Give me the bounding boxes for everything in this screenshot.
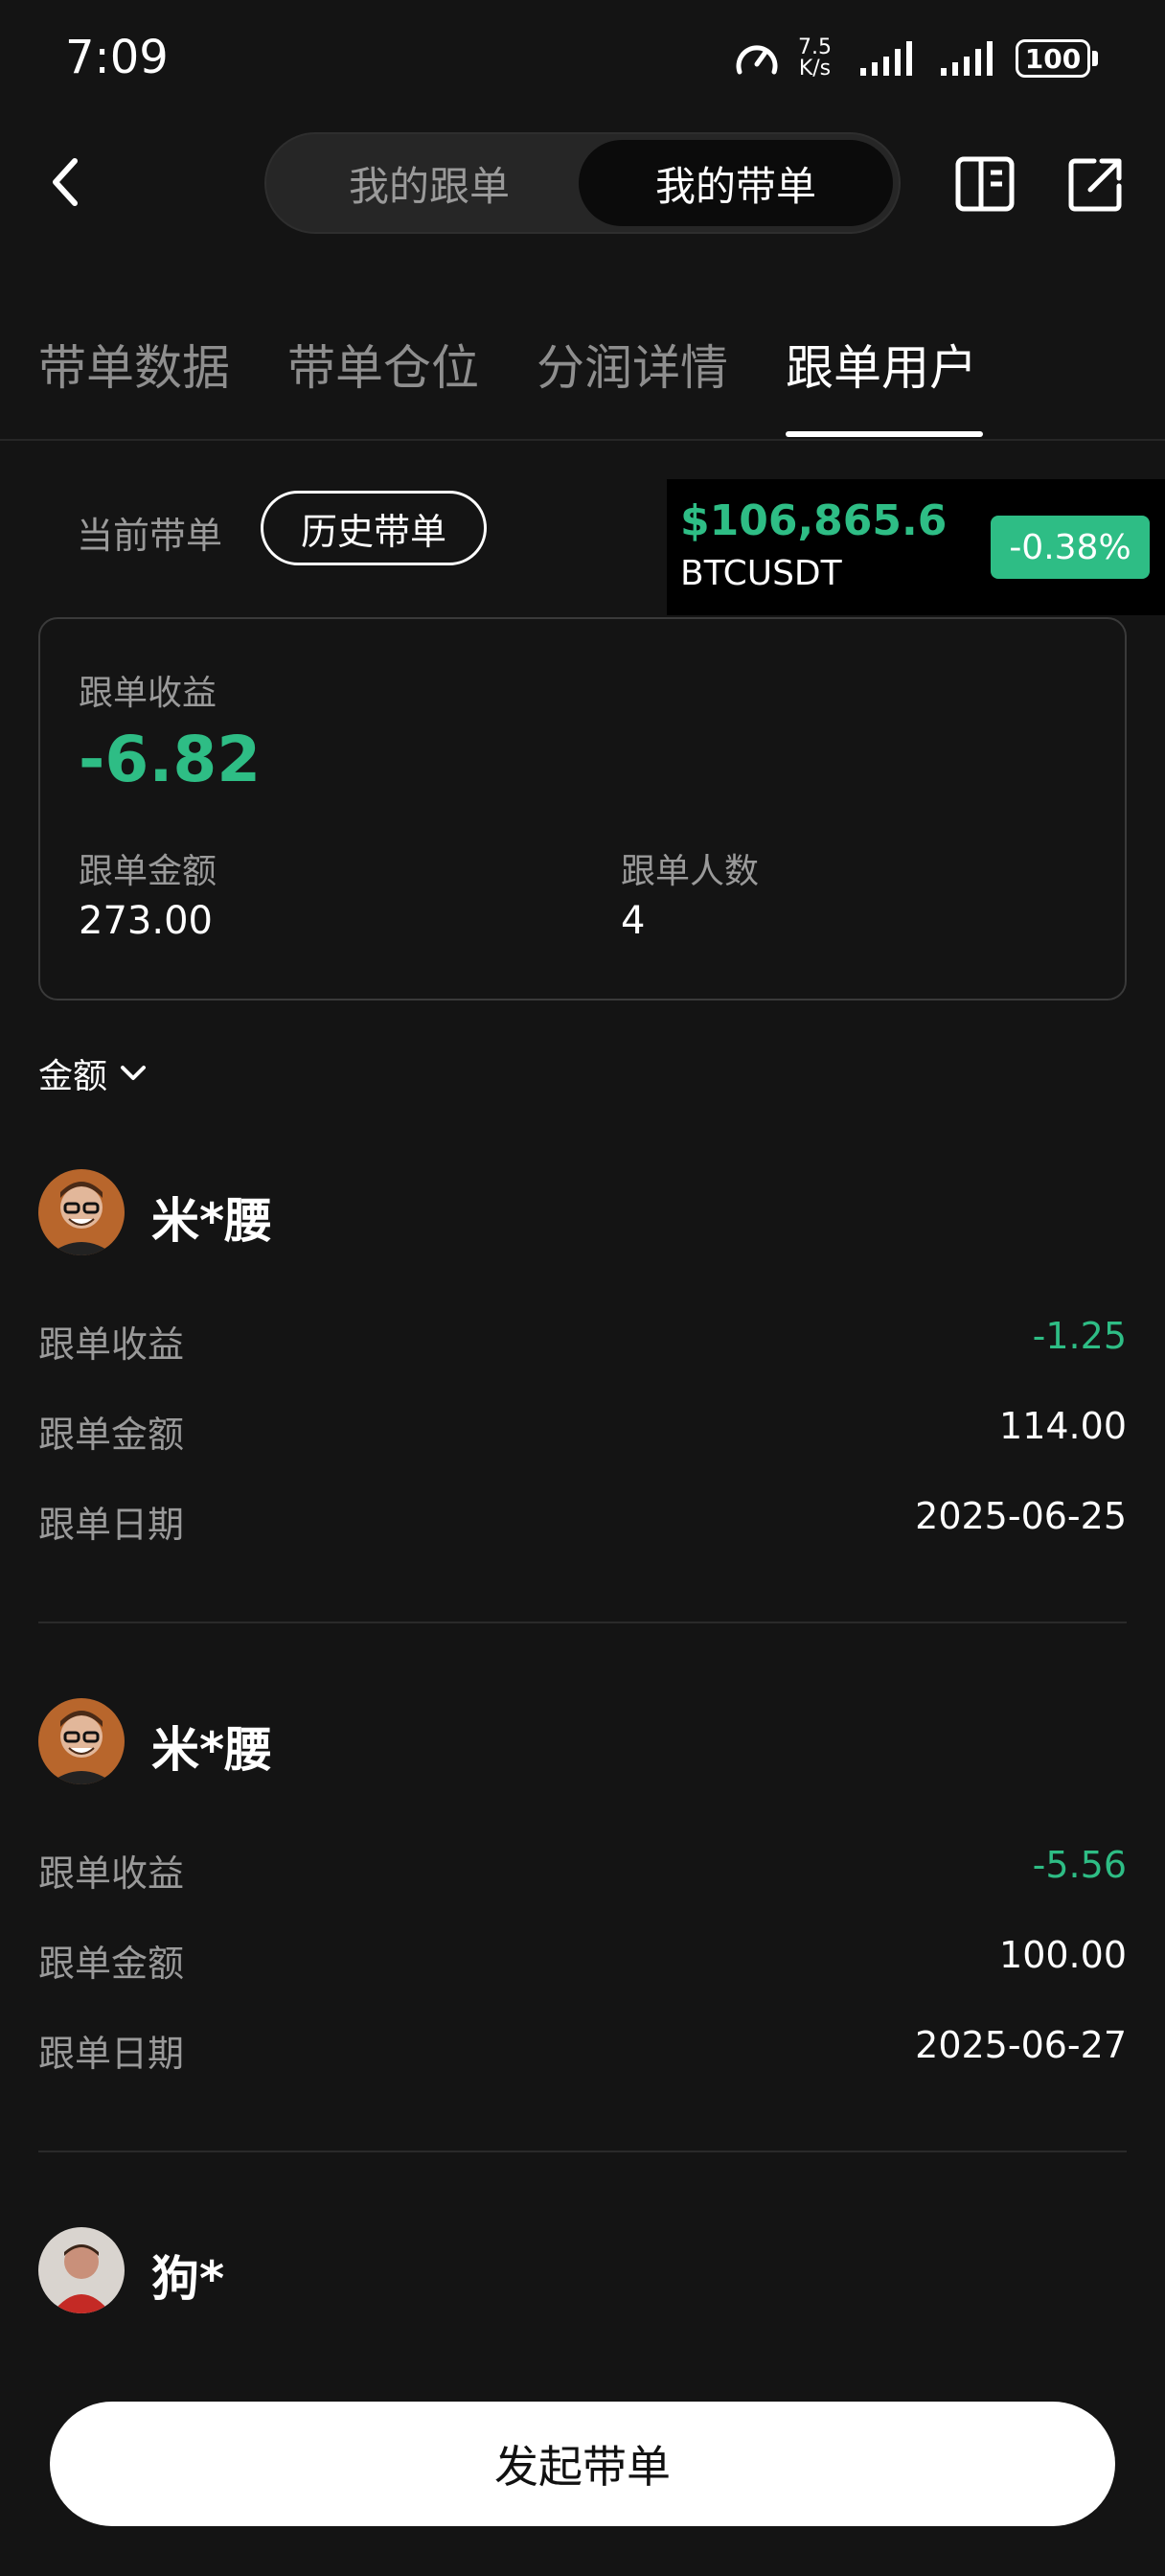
book-icon[interactable] — [954, 153, 1016, 215]
status-time: 7:09 — [65, 31, 169, 84]
divider — [38, 2150, 1127, 2152]
entry-profit-value: -1.25 — [1032, 1315, 1127, 1357]
avatar — [38, 1698, 125, 1784]
header: 我的跟单 我的带单 — [0, 125, 1165, 240]
follower-entry[interactable]: 米*腰 跟单收益 -1.25 跟单金额 114.00 跟单日期 2025-06-… — [38, 1169, 1127, 1620]
segment-my-lead[interactable]: 我的带单 — [579, 140, 893, 226]
segment-my-follow[interactable]: 我的跟单 — [272, 140, 586, 226]
entry-profit-value: -5.56 — [1032, 1844, 1127, 1886]
entry-amount-value: 100.00 — [999, 1934, 1127, 1976]
segment-control: 我的跟单 我的带单 — [264, 132, 901, 234]
entry-profit-label: 跟单收益 — [38, 1323, 185, 1366]
user-name: 狗* — [151, 2251, 225, 2307]
chevron-left-icon — [53, 158, 78, 206]
tab-profit-share[interactable]: 分润详情 — [537, 330, 728, 399]
user-name: 米*腰 — [151, 1193, 273, 1249]
battery-level: 100 — [1016, 39, 1090, 78]
avatar — [38, 2227, 125, 2313]
summary-profit-label: 跟单收益 — [79, 674, 217, 713]
follower-entry[interactable]: 米*腰 跟单收益 -5.56 跟单金额 100.00 跟单日期 2025-06-… — [38, 1698, 1127, 2149]
tab-followers[interactable]: 跟单用户 — [786, 330, 977, 399]
signal-2-icon — [939, 39, 996, 78]
network-speed-value: 7.5 — [798, 35, 832, 59]
summary-profit-value: -6.82 — [79, 723, 262, 796]
follower-entry[interactable]: 狗* — [38, 2227, 1127, 2342]
entry-date-value: 2025-06-25 — [915, 1495, 1127, 1537]
ticker-symbol: BTCUSDT — [680, 554, 842, 593]
entry-date-label: 跟单日期 — [38, 1504, 185, 1546]
tab-lead-positions[interactable]: 带单仓位 — [287, 330, 479, 399]
ticker-price: $106,865.6 — [680, 496, 948, 545]
summary-card: 跟单收益 -6.82 跟单金额 273.00 跟单人数 4 — [38, 617, 1127, 1000]
network-speed: 7.5 K/s — [798, 37, 832, 80]
sort-label: 金额 — [38, 1057, 108, 1096]
summary-count-label: 跟单人数 — [621, 852, 760, 891]
start-lead-button[interactable]: 发起带单 — [50, 2402, 1115, 2526]
main-tabs: 带单数据 带单仓位 分润详情 跟单用户 — [0, 316, 1165, 441]
entry-amount-value: 114.00 — [999, 1405, 1127, 1447]
entry-amount-label: 跟单金额 — [38, 1414, 185, 1456]
speedometer-icon — [735, 39, 779, 78]
user-name: 米*腰 — [151, 1722, 273, 1778]
bottom-bar: 发起带单 — [0, 2348, 1165, 2576]
entry-profit-label: 跟单收益 — [38, 1852, 185, 1895]
summary-amount-label: 跟单金额 — [79, 852, 217, 891]
summary-count-value: 4 — [621, 899, 646, 943]
chevron-down-icon — [121, 1066, 147, 1080]
status-icons: 7.5 K/s 100 — [735, 34, 1098, 82]
signal-1-icon — [851, 39, 920, 78]
entry-date-value: 2025-06-27 — [915, 2024, 1127, 2066]
back-button[interactable] — [46, 153, 94, 211]
price-ticker[interactable]: $106,865.6 BTCUSDT -0.38% — [667, 479, 1165, 615]
summary-amount-value: 273.00 — [79, 899, 213, 943]
ticker-change-badge: -0.38% — [991, 516, 1150, 579]
avatar — [38, 1169, 125, 1255]
share-icon[interactable] — [1065, 153, 1127, 215]
entry-amount-label: 跟单金额 — [38, 1943, 185, 1985]
entry-date-label: 跟单日期 — [38, 2033, 185, 2075]
subtab-current[interactable]: 当前带单 — [77, 506, 222, 559]
subtab-history[interactable]: 历史带单 — [261, 491, 487, 565]
divider — [38, 1622, 1127, 1623]
sort-dropdown[interactable]: 金额 — [38, 1048, 148, 1098]
status-bar: 7:09 7.5 K/s 100 — [0, 0, 1165, 115]
battery-icon: 100 — [1016, 39, 1098, 78]
tab-lead-data[interactable]: 带单数据 — [38, 330, 230, 399]
active-tab-indicator — [786, 431, 983, 437]
network-speed-unit: K/s — [798, 57, 832, 80]
